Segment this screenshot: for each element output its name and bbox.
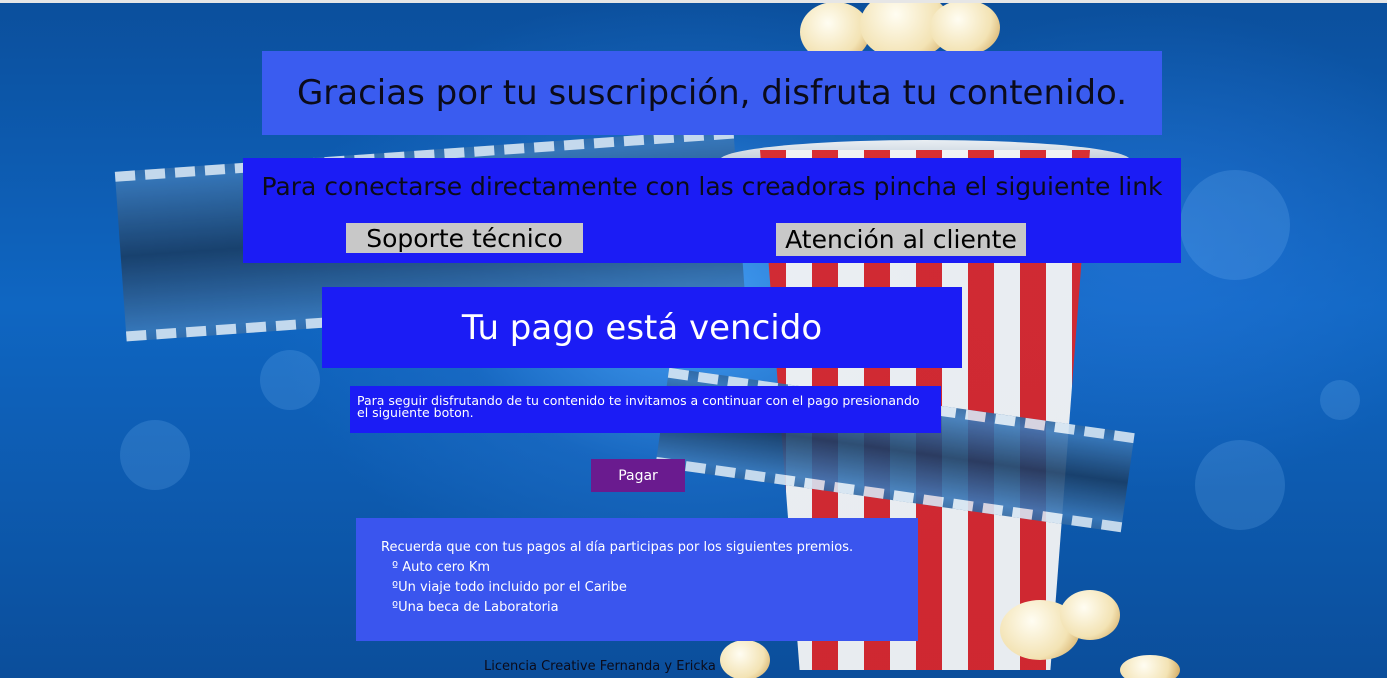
prize-item: ºUna beca de Laboratoria	[392, 600, 559, 615]
page-title: Gracias por tu suscripción, disfruta tu …	[296, 73, 1128, 113]
prizes-panel: Recuerda que con tus pagos al día partic…	[356, 518, 918, 641]
bokeh-light	[1195, 440, 1285, 530]
welcome-banner: Gracias por tu suscripción, disfruta tu …	[262, 51, 1162, 135]
payment-message: Para seguir disfrutando de tu contenido …	[357, 393, 920, 420]
prize-item: º Auto cero Km	[392, 560, 491, 575]
payment-due-banner: Tu pago está vencido	[322, 287, 962, 368]
popcorn-piece	[930, 0, 1000, 55]
contact-panel: Para conectarse directamente con las cre…	[243, 158, 1181, 263]
pay-button[interactable]: Pagar	[591, 459, 685, 492]
top-border	[0, 0, 1387, 3]
bokeh-light	[1180, 170, 1290, 280]
payment-message-box: Para seguir disfrutando de tu contenido …	[350, 386, 941, 433]
prizes-intro: Recuerda que con tus pagos al día partic…	[381, 540, 854, 555]
popcorn-piece	[720, 640, 770, 678]
bokeh-light	[260, 350, 320, 410]
prizes-list: º Auto cero Km ºUn viaje todo incluido p…	[392, 558, 627, 618]
bokeh-light	[1320, 380, 1360, 420]
popcorn-piece	[1060, 590, 1120, 640]
contact-text: Para conectarse directamente con las cre…	[261, 172, 1163, 201]
support-link-button[interactable]: Soporte técnico	[346, 223, 583, 253]
bokeh-light	[120, 420, 190, 490]
prize-item: ºUn viaje todo incluido por el Caribe	[392, 580, 627, 595]
payment-status-title: Tu pago está vencido	[461, 307, 823, 348]
customer-service-link-button[interactable]: Atención al cliente	[776, 223, 1026, 256]
license-footer: Licencia Creative Fernanda y Ericka	[484, 659, 716, 674]
popcorn-piece	[1120, 655, 1180, 678]
